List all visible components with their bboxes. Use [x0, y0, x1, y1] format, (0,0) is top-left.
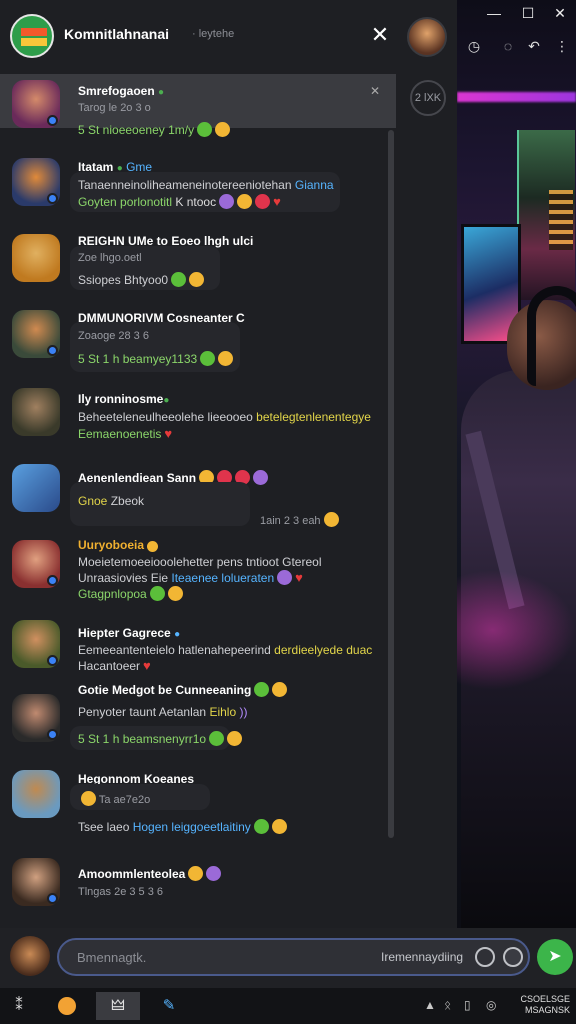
- start-icon[interactable]: ⁑: [2, 992, 36, 1020]
- message-meta: Tarog le 2o 3 o: [78, 102, 151, 114]
- more-icon[interactable]: ⋮: [549, 34, 575, 58]
- message-meta: 1ain 2 3 eah: [260, 512, 339, 527]
- user-avatar[interactable]: [10, 936, 50, 976]
- window-close-button[interactable]: ✕: [547, 2, 573, 24]
- app-icon-1[interactable]: [50, 992, 84, 1020]
- message-text: Tanaenneinoliheameneinotereeniotehan Gia…: [78, 178, 334, 192]
- message-author: Amoommlenteolea: [78, 866, 222, 881]
- avatar[interactable]: [12, 388, 60, 436]
- message-input-bar: Bmennagtk. Iremennaydiing ➤: [0, 928, 576, 988]
- message-input[interactable]: Bmennagtk. Iremennaydiing: [57, 938, 530, 976]
- minimize-button[interactable]: —: [481, 2, 507, 24]
- message-text: Eemaenoenetis ♥: [78, 426, 173, 441]
- chat-header: Komnitlahnanai · leytehe ✕: [0, 0, 457, 74]
- message-text: Eemeeantenteielo hatlenahepeerind derdie…: [78, 643, 373, 657]
- input-status-text: Iremennaydiing: [381, 950, 464, 964]
- chat-icon[interactable]: ◌: [495, 34, 521, 58]
- message-meta: Zoaoge 28 3 6: [78, 330, 149, 342]
- message-text: Gnoe Zbeok: [78, 494, 145, 508]
- send-icon[interactable]: ➤: [537, 939, 573, 975]
- message-text: 5 St 1 h beamsnenyrr1o: [78, 731, 243, 746]
- message-author: Hiepter Gagrece ●: [78, 626, 181, 640]
- pin-icon[interactable]: ✕: [370, 84, 380, 98]
- chat-subtitle: · leytehe: [192, 28, 235, 40]
- avatar[interactable]: [12, 310, 60, 358]
- avatar[interactable]: [12, 464, 60, 512]
- game-background-art: [457, 0, 576, 928]
- app-icon-3[interactable]: ✎: [152, 992, 186, 1020]
- chat-title: Komnitlahnanai: [64, 26, 170, 42]
- message-text: Tsee laeo Hogen leiggoeetlaitiny: [78, 819, 287, 834]
- message-text: Goyten porlonotitl K ntooc ♥: [78, 194, 281, 209]
- message-text: Unraasiovies Eie Iteaenee lolueraten ♥: [78, 570, 303, 585]
- clock-icon[interactable]: ◷: [461, 34, 487, 58]
- volume-icon[interactable]: ◎: [486, 998, 496, 1012]
- message-input-placeholder: Bmennagtk.: [77, 950, 147, 965]
- close-icon[interactable]: ✕: [368, 24, 392, 48]
- scrollbar[interactable]: [388, 130, 394, 838]
- message-text: Hacantoeer ♥: [78, 658, 151, 673]
- window-controls: — ☐ ✕ ◷ ◌ ↶ ⋮: [457, 0, 576, 62]
- avatar[interactable]: [12, 234, 60, 282]
- message-text: 5 St nioeeoeney 1m/y: [78, 122, 231, 137]
- avatar[interactable]: [12, 158, 60, 206]
- message-text: Gtagpnlopoa: [78, 586, 183, 601]
- attach-icon[interactable]: [503, 947, 523, 967]
- message-text: Moeietemoeeiooolehetter pens tntioot Gte…: [78, 555, 322, 569]
- wifi-icon[interactable]: ᛟ: [444, 998, 451, 1012]
- maximize-button[interactable]: ☐: [515, 2, 541, 24]
- message-text: Ssiopes Bhtyoo0: [78, 272, 205, 287]
- app-logo: [10, 14, 54, 58]
- message-text: Penyoter taunt Aetanlan Eihlo )): [78, 705, 248, 719]
- taskbar-clock[interactable]: CSOELSGE MSAGNSK: [512, 994, 570, 1016]
- network-icon[interactable]: ▯: [464, 998, 471, 1012]
- up-arrow-icon[interactable]: ▲: [424, 998, 436, 1012]
- message-author: Smrefogaoen ●: [78, 84, 165, 98]
- online-count-badge[interactable]: 2 lXK: [410, 80, 446, 116]
- header-avatar[interactable]: [407, 17, 447, 57]
- message-meta: Zoe lhgo.oetl: [78, 252, 142, 264]
- message-author: Ily ronninosme●: [78, 392, 170, 406]
- message-meta: Ta ae7e2o: [78, 791, 150, 806]
- message-text: 5 St 1 h beamyey1133: [78, 351, 234, 366]
- avatar[interactable]: [12, 770, 60, 818]
- message-text: Beheeteleneulheeolehe lieeooeo betelegte…: [78, 410, 371, 424]
- app-icon-game[interactable]: 🜲: [96, 992, 140, 1020]
- chat-panel: Komnitlahnanai · leytehe ✕ ✕ 2 lXK Smref…: [0, 0, 457, 928]
- taskbar: ⁑ 🜲 ✎ ▲ ᛟ ▯ ◎ CSOELSGE MSAGNSK: [0, 988, 576, 1024]
- avatar[interactable]: [12, 858, 60, 906]
- reply-icon[interactable]: ↶: [521, 34, 547, 58]
- avatar[interactable]: [12, 80, 60, 128]
- app-window: — ☐ ✕ ◷ ◌ ↶ ⋮ Komnitlahnanai · leytehe ✕…: [0, 0, 576, 1024]
- emoji-icon[interactable]: [475, 947, 495, 967]
- message-author: Gotie Medgot be Cunneeaning: [78, 682, 288, 697]
- avatar[interactable]: [12, 540, 60, 588]
- avatar[interactable]: [12, 694, 60, 742]
- message-author: Uuryoboeia: [78, 538, 159, 552]
- message-meta: Tlngas 2e 3 5 3 6: [78, 886, 164, 898]
- avatar[interactable]: [12, 620, 60, 668]
